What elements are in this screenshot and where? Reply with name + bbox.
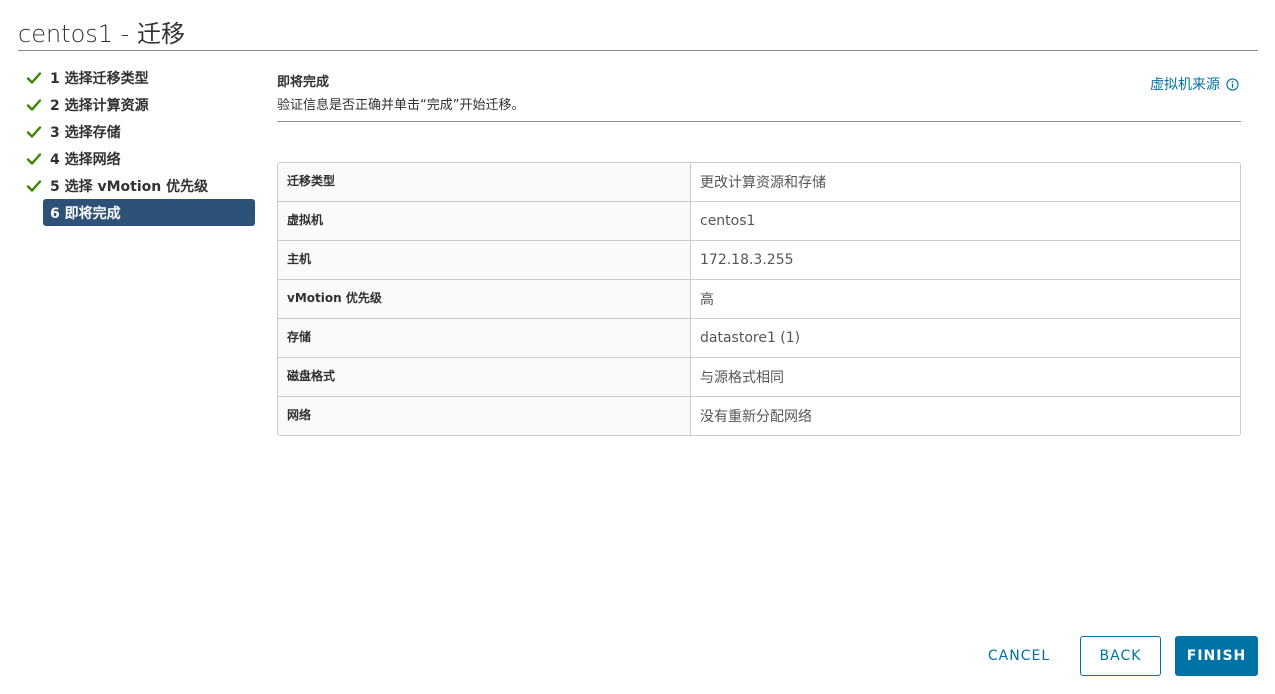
dialog-title: centos1 - 迁移 — [18, 20, 185, 48]
step-label: 1 选择迁移类型 — [50, 70, 149, 87]
step-select-vmotion-priority[interactable]: 5 选择 vMotion 优先级 — [26, 172, 256, 199]
row-value: 172.18.3.255 — [700, 252, 794, 268]
step-select-migration-type[interactable]: 1 选择迁移类型 — [26, 64, 256, 91]
row-label: 迁移类型 — [278, 163, 691, 201]
row-label: vMotion 优先级 — [278, 280, 691, 318]
row-label: 主机 — [278, 241, 691, 279]
table-row: 主机 172.18.3.255 — [278, 241, 1240, 280]
cancel-button[interactable]: CANCEL — [973, 636, 1065, 676]
row-label: 磁盘格式 — [278, 358, 691, 396]
page-description: 验证信息是否正确并单击“完成”开始迁移。 — [277, 98, 525, 113]
check-icon — [26, 98, 42, 111]
table-row: 网络 没有重新分配网络 — [278, 397, 1240, 435]
back-button[interactable]: BACK — [1080, 636, 1161, 676]
check-icon — [26, 71, 42, 84]
row-value: 更改计算资源和存储 — [700, 175, 826, 191]
table-row: 存储 datastore1 (1) — [278, 319, 1240, 358]
wizard-steps: 1 选择迁移类型 2 选择计算资源 3 选择存储 4 选择网络 5 选择 vMo… — [26, 64, 256, 226]
title-divider — [18, 50, 1258, 51]
row-label: 存储 — [278, 319, 691, 357]
content-divider — [277, 121, 1241, 122]
step-label: 4 选择网络 — [50, 151, 121, 168]
migrate-dialog: centos1 - 迁移 1 选择迁移类型 2 选择计算资源 3 选择存储 4 … — [0, 0, 1275, 694]
row-value: 高 — [700, 292, 714, 308]
step-select-compute-resource[interactable]: 2 选择计算资源 — [26, 91, 256, 118]
vm-origin-link[interactable]: 虚拟机来源 — [1150, 74, 1239, 94]
row-value: datastore1 (1) — [700, 330, 801, 346]
step-ready-to-complete[interactable]: 6 即将完成 — [43, 199, 255, 226]
table-row: 迁移类型 更改计算资源和存储 — [278, 163, 1240, 202]
row-value: 与源格式相同 — [700, 370, 784, 386]
check-icon — [26, 152, 42, 165]
step-label: 2 选择计算资源 — [50, 97, 149, 114]
summary-table: 迁移类型 更改计算资源和存储 虚拟机 centos1 主机 172.18.3.2… — [277, 162, 1241, 436]
row-label: 网络 — [278, 397, 691, 435]
check-icon — [26, 179, 42, 192]
step-label: 3 选择存储 — [50, 124, 121, 141]
step-label: 6 即将完成 — [50, 205, 121, 222]
finish-button[interactable]: FINISH — [1175, 636, 1258, 676]
row-value: 没有重新分配网络 — [700, 409, 812, 425]
row-label: 虚拟机 — [278, 202, 691, 240]
step-select-network[interactable]: 4 选择网络 — [26, 145, 256, 172]
row-value: centos1 — [700, 213, 756, 229]
table-row: 虚拟机 centos1 — [278, 202, 1240, 241]
vm-origin-label: 虚拟机来源 — [1150, 77, 1220, 93]
table-row: 磁盘格式 与源格式相同 — [278, 358, 1240, 397]
page-title: 即将完成 — [277, 75, 330, 90]
step-select-storage[interactable]: 3 选择存储 — [26, 118, 256, 145]
check-icon — [26, 125, 42, 138]
table-row: vMotion 优先级 高 — [278, 280, 1240, 319]
info-icon[interactable] — [1226, 77, 1239, 91]
step-label: 5 选择 vMotion 优先级 — [50, 178, 209, 195]
